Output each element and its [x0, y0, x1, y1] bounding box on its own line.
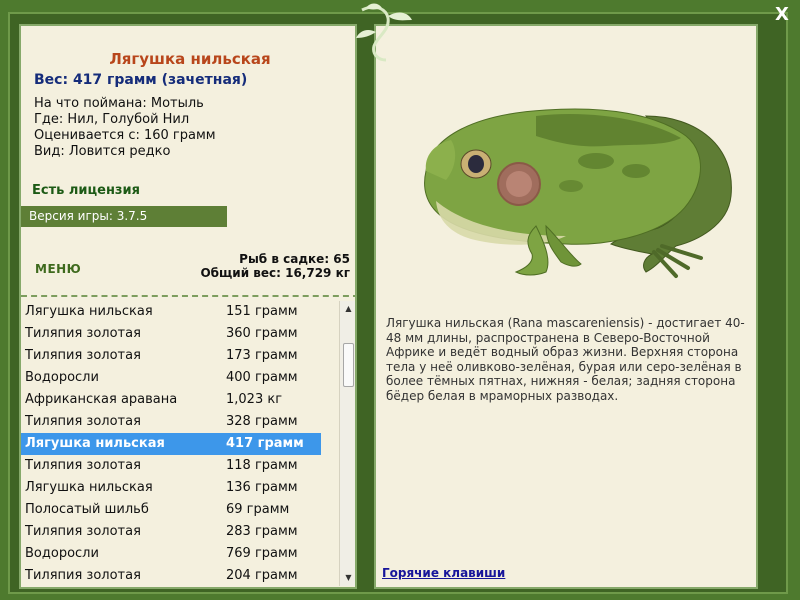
bait-info: На что поймана: Мотыль — [34, 96, 204, 111]
menu-button[interactable]: МЕНЮ — [35, 262, 81, 276]
fish-description: Лягушка нильская (Rana mascareniensis) -… — [386, 316, 745, 403]
catch-list-item[interactable]: Тиляпия золотая 173 грамм — [21, 345, 339, 367]
catch-list-item[interactable]: Полосатый шильб 69 грамм — [21, 499, 339, 521]
catch-item-name: Лягушка нильская — [25, 480, 153, 495]
total-weight: Общий вес: 16,729 кг — [200, 266, 350, 280]
catch-item-weight: 328 грамм — [226, 414, 298, 429]
catch-list-item[interactable]: Тиляпия золотая 283 грамм — [21, 521, 339, 543]
catch-item-name: Тиляпия золотая — [25, 458, 141, 473]
catch-item-weight: 417 грамм — [226, 436, 304, 451]
scroll-up-icon[interactable]: ▲ — [340, 301, 355, 317]
catch-list-item[interactable]: Африканская аравана 1,023 кг — [21, 389, 339, 411]
cage-stats: Рыб в садке: 65 Общий вес: 16,729 кг — [200, 252, 350, 280]
catch-list-item[interactable]: Тиляпия золотая 204 грамм — [21, 565, 339, 586]
catch-list-item[interactable]: Тиляпия золотая 118 грамм — [21, 455, 339, 477]
catch-item-weight: 283 грамм — [226, 524, 298, 539]
game-version: Версия игры: 3.7.5 — [21, 206, 227, 227]
catch-item-weight: 769 грамм — [226, 546, 298, 561]
catch-item-name: Тиляпия золотая — [25, 348, 141, 363]
catch-item-weight: 400 грамм — [226, 370, 298, 385]
rarity-info: Вид: Ловится редко — [34, 144, 171, 159]
catch-item-name: Лягушка нильская — [25, 304, 153, 319]
catch-item-weight: 69 грамм — [226, 502, 290, 517]
catch-list-item[interactable]: Лягушка нильская 151 грамм — [21, 301, 339, 323]
scroll-thumb[interactable] — [343, 343, 354, 387]
catch-list-item[interactable]: Водоросли 769 грамм — [21, 543, 339, 565]
vine-ornament-icon — [356, 3, 412, 62]
hotkeys-link[interactable]: Горячие клавиши — [382, 566, 505, 580]
catch-item-weight: 360 грамм — [226, 326, 298, 341]
catch-list[interactable]: Лягушка нильская 151 грамм Тиляпия золотая… — [21, 301, 339, 586]
catch-item-weight: 1,023 кг — [226, 392, 283, 407]
fish-name-title: Лягушка нильская — [109, 50, 271, 68]
location-info: Где: Нил, Голубой Нил — [34, 112, 190, 127]
fish-detail-panel: Лягушка нильская (Rana mascareniensis) -… — [374, 24, 758, 589]
fish-info-panel: Лягушка нильская Вес: 417 грамм (зачетна… — [19, 24, 357, 589]
catch-item-weight: 136 грамм — [226, 480, 298, 495]
catch-item-weight: 118 грамм — [226, 458, 298, 473]
close-icon[interactable]: X — [770, 4, 794, 26]
catch-item-name: Африканская аравана — [25, 392, 178, 407]
catch-list-scrollbar[interactable]: ▲ ▼ — [339, 301, 355, 586]
fish-count: Рыб в садке: 65 — [239, 252, 350, 266]
valuation-info: Оценивается с: 160 грамм — [34, 128, 216, 143]
catch-item-name: Лягушка нильская — [25, 436, 165, 451]
license-status: Есть лицензия — [32, 183, 140, 198]
catch-item-name: Полосатый шильб — [25, 502, 149, 517]
catch-list-item[interactable]: Водоросли 400 грамм — [21, 367, 339, 389]
catch-list-item[interactable]: Тиляпия золотая 328 грамм — [21, 411, 339, 433]
catch-list-item[interactable]: Лягушка нильская 417 грамм — [21, 433, 321, 455]
catch-item-name: Тиляпия золотая — [25, 414, 141, 429]
catch-item-weight: 204 грамм — [226, 568, 298, 583]
catch-list-item[interactable]: Тиляпия золотая 360 грамм — [21, 323, 339, 345]
catch-item-name: Водоросли — [25, 370, 99, 385]
catch-item-name: Тиляпия золотая — [25, 326, 141, 341]
catch-item-weight: 173 грамм — [226, 348, 298, 363]
scroll-down-icon[interactable]: ▼ — [340, 570, 355, 586]
divider — [21, 295, 355, 297]
catch-item-name: Тиляпия золотая — [25, 568, 141, 583]
catch-item-name: Тиляпия золотая — [25, 524, 141, 539]
catch-item-weight: 151 грамм — [226, 304, 298, 319]
catch-list-item[interactable]: Лягушка нильская 136 грамм — [21, 477, 339, 499]
catch-item-name: Водоросли — [25, 546, 99, 561]
frog-image — [424, 108, 732, 278]
fish-weight: Вес: 417 грамм (зачетная) — [34, 72, 248, 88]
